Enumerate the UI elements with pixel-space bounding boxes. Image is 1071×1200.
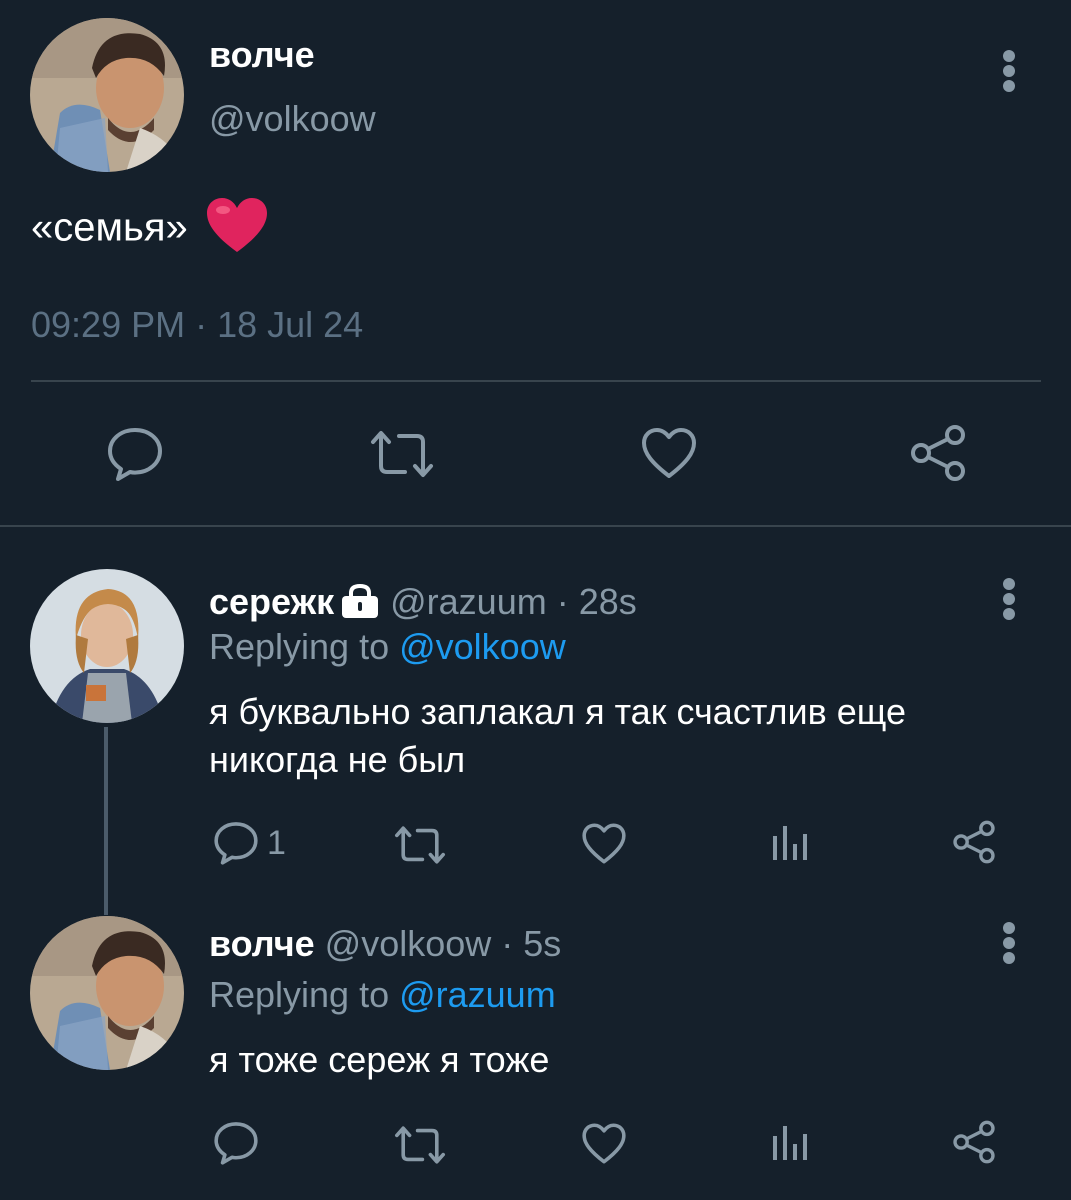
tweet-text: «семья» <box>31 198 269 256</box>
replying-to-line: Replying to @volkoow <box>209 626 566 668</box>
share-icon <box>953 820 995 864</box>
analytics-button[interactable] <box>770 822 810 862</box>
author-name[interactable]: волче <box>209 923 315 964</box>
tweet-text-content: «семья» <box>31 205 188 250</box>
reply-icon <box>214 1122 258 1165</box>
analytics-button[interactable] <box>770 1122 810 1162</box>
like-icon <box>642 428 696 478</box>
mention-link[interactable]: @volkoow <box>399 626 566 667</box>
more-options-icon[interactable] <box>994 576 1024 622</box>
retweet-icon <box>395 826 445 864</box>
retweet-button[interactable] <box>392 1124 448 1166</box>
more-options-icon[interactable] <box>994 920 1024 966</box>
lock-icon <box>342 584 379 618</box>
divider <box>31 380 1041 382</box>
reply-text-line: я тоже сереж я тоже <box>209 1039 550 1080</box>
reply-header: сережк @razuum · 28s <box>209 578 637 623</box>
tweet-timestamp[interactable]: 09:29 PM · 18 Jul 24 <box>31 304 363 346</box>
retweet-button[interactable] <box>367 428 437 480</box>
share-button[interactable] <box>951 1120 997 1164</box>
analytics-icon <box>773 826 807 860</box>
heart-emoji-icon <box>206 198 267 252</box>
reply-header: волче @volkoow · 5s <box>209 923 561 965</box>
reply-button[interactable] <box>106 425 164 483</box>
author-handle[interactable]: @volkoow <box>209 98 376 140</box>
handle-and-time[interactable]: @razuum · 28s <box>390 581 637 622</box>
more-options-icon[interactable] <box>994 48 1024 94</box>
reply-icon <box>108 428 162 481</box>
avatar[interactable] <box>30 916 184 1070</box>
replying-to-label: Replying to <box>209 974 400 1015</box>
replying-to-label: Replying to <box>209 626 400 667</box>
avatar[interactable] <box>30 569 184 723</box>
like-button[interactable] <box>581 1122 627 1165</box>
like-button[interactable] <box>581 822 627 865</box>
reply-button[interactable]: 1 <box>213 820 286 866</box>
share-button[interactable] <box>951 820 997 864</box>
section-divider <box>0 525 1071 527</box>
retweet-icon <box>371 431 433 477</box>
reply-text-line: я буквально заплакал я так счастлив еще <box>209 691 907 732</box>
thread-connector <box>104 727 108 915</box>
author-name[interactable]: сережк <box>209 581 334 622</box>
reply-button[interactable] <box>213 1120 259 1166</box>
replying-to-line: Replying to @razuum <box>209 974 556 1016</box>
reply-text: я тоже сереж я тоже <box>209 1036 1049 1084</box>
author-name[interactable]: волче <box>209 34 315 76</box>
like-button[interactable] <box>640 426 698 480</box>
retweet-button[interactable] <box>392 824 448 866</box>
share-button[interactable] <box>908 424 968 482</box>
mention-link[interactable]: @razuum <box>399 974 556 1015</box>
share-icon <box>953 1120 995 1164</box>
analytics-icon <box>773 1126 807 1160</box>
reply-text-line: никогда не был <box>209 739 466 780</box>
like-icon <box>582 823 626 864</box>
retweet-icon <box>395 1126 445 1164</box>
handle-and-time[interactable]: @volkoow · 5s <box>325 923 562 964</box>
avatar[interactable] <box>30 18 184 172</box>
reply-text: я буквально заплакал я так счастлив еще … <box>209 688 1049 784</box>
like-icon <box>582 1123 626 1164</box>
share-icon <box>911 425 965 481</box>
reply-count: 1 <box>267 823 286 862</box>
reply-icon <box>214 822 258 865</box>
